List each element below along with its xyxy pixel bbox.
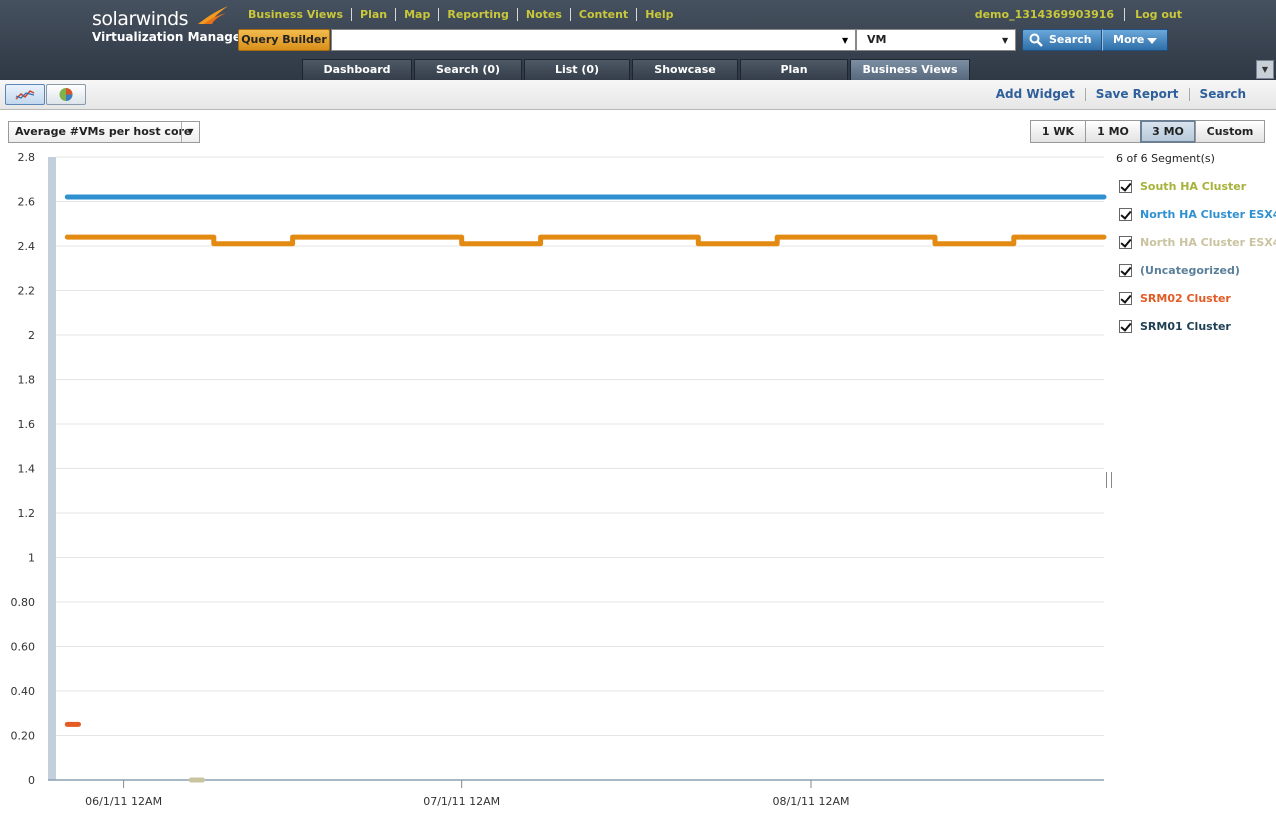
search-link[interactable]: Search — [1190, 87, 1256, 101]
y-tick-label: 1.6 — [18, 418, 36, 431]
tab-search-0[interactable]: Search (0) — [414, 59, 522, 80]
range-1-wk-button[interactable]: 1 WK — [1030, 120, 1086, 143]
report-actions: Add Widget Save Report Search — [986, 87, 1256, 101]
main-tabs: Dashboard Search (0) List (0) Showcase Plan B… — [302, 59, 972, 80]
segment-checkbox[interactable] — [1119, 207, 1132, 221]
save-report-link[interactable]: Save Report — [1086, 87, 1189, 101]
nav-notes[interactable]: Notes — [518, 8, 570, 21]
query-builder-button[interactable]: Query Builder — [238, 29, 330, 51]
scope-dropdown-icon[interactable]: ▼ — [1002, 36, 1008, 45]
legend-item: North HA Cluster ESX4 — [1119, 228, 1276, 256]
nav-content[interactable]: Content — [571, 8, 636, 21]
nav-map[interactable]: Map — [396, 8, 438, 21]
y-tick-label: 2.2 — [18, 285, 36, 298]
metric-select[interactable]: Average #VMs per host core ▼ — [8, 121, 200, 143]
range-1-mo-button[interactable]: 1 MO — [1085, 120, 1141, 143]
more-button-label: More — [1113, 33, 1145, 46]
segment-count: 6 of 6 Segment(s) — [1116, 152, 1215, 165]
y-tick-label: 2.4 — [18, 240, 36, 253]
segment-checkbox[interactable] — [1119, 319, 1132, 333]
nav-business-views[interactable]: Business Views — [240, 8, 351, 21]
segment-checkbox[interactable] — [1119, 235, 1132, 249]
nav-reporting[interactable]: Reporting — [439, 8, 517, 21]
y-tick-label: 2 — [28, 329, 35, 342]
time-range-selector: 1 WK 1 MO 3 MO Custom — [1030, 120, 1265, 143]
pie-chart-view-button[interactable] — [46, 84, 86, 105]
username-link[interactable]: demo_1314369903916 — [965, 8, 1124, 21]
segment-legend: South HA Cluster North HA Cluster ESX4 Nor… — [1119, 172, 1276, 340]
y-tick-label: 0.20 — [11, 730, 36, 743]
y-tick-label: 1.4 — [18, 463, 36, 476]
metric-select-label: Average #VMs per host core — [15, 125, 192, 138]
legend-item: SRM01 Cluster — [1119, 312, 1276, 340]
search-history-dropdown-icon[interactable]: ▼ — [842, 36, 848, 45]
top-navigation: Business Views Plan Map Reporting Notes Conte… — [240, 8, 682, 21]
app-header: solarwinds Virtualization Manager Busine… — [0, 0, 1276, 80]
y-tick-label: 0.40 — [11, 685, 36, 698]
search-scope-select[interactable]: VM — [856, 29, 1016, 51]
legend-item: North HA Cluster ESX4 — [1119, 200, 1276, 228]
chevron-down-icon — [1147, 38, 1157, 44]
x-tick-label: 08/1/11 12AM — [773, 795, 850, 808]
tab-list-0[interactable]: List (0) — [524, 59, 630, 80]
search-button[interactable]: Search — [1022, 29, 1102, 51]
legend-item: SRM02 Cluster — [1119, 284, 1276, 312]
line-chart: 0 0.20 0.40 0.60 0.80 1 1.2 1.4 1.6 1.8 2 2.2 2.4 2.6… — [11, 151, 1107, 808]
segment-checkbox[interactable] — [1119, 179, 1132, 193]
chart-scroll-strip — [48, 157, 56, 780]
legend-label[interactable]: (Uncategorized) — [1140, 264, 1240, 277]
line-chart-view-button[interactable] — [5, 84, 45, 105]
x-tick-label: 06/1/11 12AM — [85, 795, 162, 808]
product-name: Virtualization Manager — [92, 30, 247, 44]
legend-label[interactable]: SRM01 Cluster — [1140, 320, 1231, 333]
legend-label[interactable]: South HA Cluster — [1140, 180, 1246, 193]
panel-resize-handle[interactable] — [1106, 472, 1112, 488]
user-bar: demo_1314369903916 Log out — [965, 8, 1192, 21]
add-widget-link[interactable]: Add Widget — [986, 87, 1085, 101]
nav-help[interactable]: Help — [637, 8, 681, 21]
collapse-header-icon[interactable]: ▼ — [1256, 60, 1274, 79]
x-tick-label: 07/1/11 12AM — [423, 795, 500, 808]
y-tick-label: 0 — [28, 774, 35, 787]
more-button[interactable]: More — [1102, 29, 1168, 51]
line-chart-icon — [15, 90, 35, 100]
chevron-down-icon: ▼ — [181, 122, 199, 142]
pie-chart-icon — [59, 88, 73, 101]
tab-dashboard[interactable]: Dashboard — [302, 59, 412, 80]
segment-checkbox[interactable] — [1119, 291, 1132, 305]
tab-plan[interactable]: Plan — [740, 59, 848, 80]
nav-plan[interactable]: Plan — [352, 8, 395, 21]
view-toolbar: Add Widget Save Report Search — [0, 80, 1276, 110]
search-icon — [1029, 33, 1043, 47]
tab-business-views[interactable]: Business Views — [850, 59, 970, 80]
legend-label[interactable]: North HA Cluster ESX4 — [1140, 236, 1276, 249]
y-tick-label: 0.80 — [11, 596, 36, 609]
range-3-mo-button[interactable]: 3 MO — [1140, 120, 1196, 143]
legend-label[interactable]: SRM02 Cluster — [1140, 292, 1231, 305]
range-custom-button[interactable]: Custom — [1195, 120, 1265, 143]
y-tick-label: 0.60 — [11, 641, 36, 654]
search-button-label: Search — [1049, 33, 1092, 46]
legend-label[interactable]: North HA Cluster ESX4 — [1140, 208, 1276, 221]
series-line — [64, 234, 1107, 247]
legend-item: South HA Cluster — [1119, 172, 1276, 200]
y-tick-label: 2.6 — [18, 196, 36, 209]
y-tick-label: 2.8 — [18, 151, 36, 164]
y-tick-label: 1.2 — [18, 507, 36, 520]
solarwinds-flame-icon — [198, 6, 228, 24]
search-input[interactable] — [331, 29, 856, 51]
y-tick-label: 1.8 — [18, 374, 36, 387]
y-tick-label: 1 — [28, 552, 35, 565]
logout-link[interactable]: Log out — [1125, 8, 1192, 21]
segment-checkbox[interactable] — [1119, 263, 1132, 277]
tab-showcase[interactable]: Showcase — [632, 59, 738, 80]
legend-item: (Uncategorized) — [1119, 256, 1276, 284]
